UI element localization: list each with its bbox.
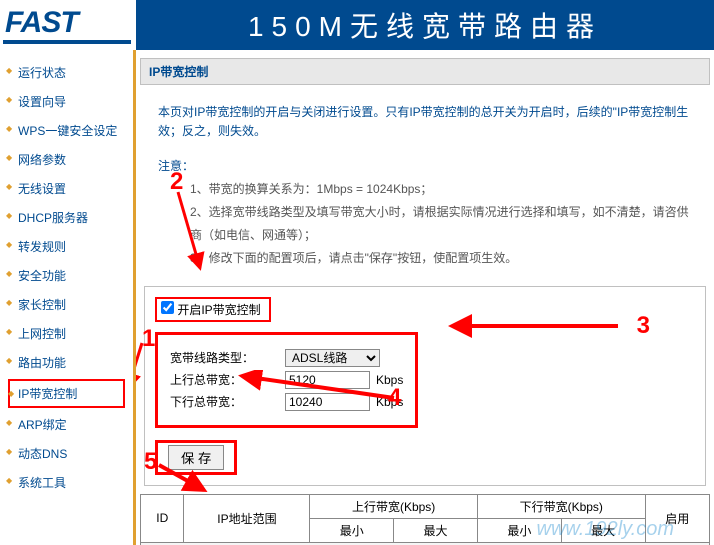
note-title: 注意：	[140, 149, 710, 176]
save-button-wrap: 保 存	[155, 440, 237, 475]
line-type-select[interactable]: ADSL线路	[285, 349, 380, 367]
bandwidth-config: 宽带线路类型： ADSL线路 上行总带宽： Kbps 下行总带宽： Kbps	[155, 332, 418, 428]
sidebar-item-dhcp[interactable]: DHCP服务器	[0, 203, 133, 232]
logo: FAST	[0, 6, 136, 44]
sidebar-item-network[interactable]: 网络参数	[0, 145, 133, 174]
sidebar-item-forward[interactable]: 转发规则	[0, 232, 133, 261]
enable-checkbox-label: 开启IP带宽控制	[177, 303, 260, 317]
page-title: 150M无线宽带路由器	[136, 0, 714, 50]
sidebar: 运行状态 设置向导 WPS一键安全设定 网络参数 无线设置 DHCP服务器 转发…	[0, 50, 136, 545]
sidebar-item-bandwidth[interactable]: IP带宽控制	[8, 379, 125, 408]
enable-checkbox[interactable]	[161, 301, 174, 314]
downstream-label: 下行总带宽：	[170, 393, 285, 410]
save-button[interactable]: 保 存	[168, 445, 224, 470]
enable-checkbox-row: 开启IP带宽控制	[155, 297, 271, 322]
panel-title: IP带宽控制	[140, 58, 710, 85]
intro-text: 本页对IP带宽控制的开启与关闭进行设置。只有IP带宽控制的总开关为开启时，后续的…	[140, 89, 710, 149]
sidebar-item-route[interactable]: 路由功能	[0, 348, 133, 377]
th-enable: 启用	[645, 494, 709, 542]
sidebar-item-parental[interactable]: 家长控制	[0, 290, 133, 319]
notes: 1、带宽的换算关系为：1Mbps = 1024Kbps； 2、选择宽带线路类型及…	[140, 176, 710, 277]
sidebar-item-system[interactable]: 系统工具	[0, 468, 133, 497]
rules-table: ID IP地址范围 上行带宽(Kbps) 下行带宽(Kbps) 启用 最小 最大…	[140, 494, 710, 545]
upstream-input[interactable]	[285, 371, 370, 389]
th-up-max: 最大	[394, 518, 478, 542]
downstream-input[interactable]	[285, 393, 370, 411]
th-up: 上行带宽(Kbps)	[310, 494, 478, 518]
line-type-label: 宽带线路类型：	[170, 349, 285, 366]
sidebar-item-security[interactable]: 安全功能	[0, 261, 133, 290]
th-down: 下行带宽(Kbps)	[477, 494, 645, 518]
upstream-label: 上行总带宽：	[170, 371, 285, 388]
sidebar-item-status[interactable]: 运行状态	[0, 58, 133, 87]
th-id: ID	[141, 494, 184, 542]
upstream-unit: Kbps	[376, 373, 403, 387]
sidebar-item-arp[interactable]: ARP绑定	[0, 410, 133, 439]
th-up-min: 最小	[310, 518, 394, 542]
form-box: 开启IP带宽控制 宽带线路类型： ADSL线路 上行总带宽： Kbps	[144, 286, 706, 486]
sidebar-item-wps[interactable]: WPS一键安全设定	[0, 116, 133, 145]
sidebar-item-access[interactable]: 上网控制	[0, 319, 133, 348]
th-range: IP地址范围	[184, 494, 310, 542]
sidebar-item-ddns[interactable]: 动态DNS	[0, 439, 133, 468]
sidebar-item-wireless[interactable]: 无线设置	[0, 174, 133, 203]
th-down-min: 最小	[477, 518, 561, 542]
sidebar-item-wizard[interactable]: 设置向导	[0, 87, 133, 116]
content: IP带宽控制 本页对IP带宽控制的开启与关闭进行设置。只有IP带宽控制的总开关为…	[136, 50, 714, 545]
downstream-unit: Kbps	[376, 395, 403, 409]
header: FAST 150M无线宽带路由器	[0, 0, 714, 50]
th-down-max: 最大	[561, 518, 645, 542]
